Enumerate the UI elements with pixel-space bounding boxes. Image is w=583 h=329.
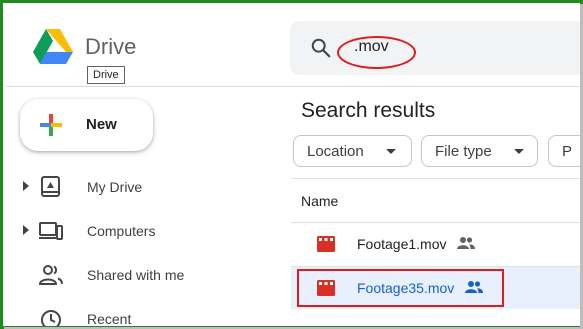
sidebar-item-label: Recent (87, 311, 132, 327)
chip-label: File type (435, 143, 492, 160)
search-bar[interactable]: .mov (290, 21, 580, 75)
plus-icon (40, 114, 62, 136)
recent-icon (41, 310, 61, 326)
caret-down-icon (386, 149, 396, 154)
sidebar-item-label: My Drive (87, 179, 143, 195)
sidebar-item-my-drive[interactable]: My Drive (3, 172, 273, 202)
shared-icon (457, 237, 475, 249)
expand-arrow-icon[interactable] (23, 225, 29, 235)
column-header-name[interactable]: Name (301, 193, 338, 209)
chip-label: Location (307, 143, 364, 160)
caret-down-icon (514, 149, 524, 154)
screenshot-frame: Drive Drive .mov New My Drive Computers … (0, 0, 583, 329)
new-button[interactable]: New (20, 99, 153, 151)
file-type-filter-chip[interactable]: File type (421, 135, 538, 167)
file-name: Footage1.mov (357, 236, 447, 252)
search-annotation-circle (337, 36, 416, 69)
sidebar-item-shared-with-me[interactable]: Shared with me (3, 260, 273, 290)
search-icon[interactable] (310, 37, 332, 59)
drive-logo-icon[interactable] (33, 29, 73, 65)
page-title: Search results (301, 99, 436, 122)
computers-icon (39, 222, 63, 240)
expand-arrow-icon[interactable] (23, 181, 29, 191)
shared-with-me-icon (39, 265, 63, 285)
sidebar-item-computers[interactable]: Computers (3, 216, 273, 246)
drive-tooltip: Drive (87, 66, 125, 84)
file-annotation-box (297, 269, 504, 307)
file-row[interactable]: Footage1.mov (291, 223, 580, 265)
new-button-label: New (86, 116, 117, 133)
chip-label: P (562, 143, 573, 160)
people-filter-chip[interactable]: P (548, 135, 580, 167)
header-divider (6, 86, 580, 87)
my-drive-icon (41, 176, 60, 197)
divider (291, 178, 580, 179)
sidebar-item-label: Shared with me (87, 267, 185, 283)
video-file-icon (317, 236, 335, 252)
location-filter-chip[interactable]: Location (293, 135, 412, 167)
app-title[interactable]: Drive (85, 34, 136, 60)
sidebar-item-recent[interactable]: Recent (3, 304, 273, 327)
sidebar-item-label: Computers (87, 223, 156, 239)
